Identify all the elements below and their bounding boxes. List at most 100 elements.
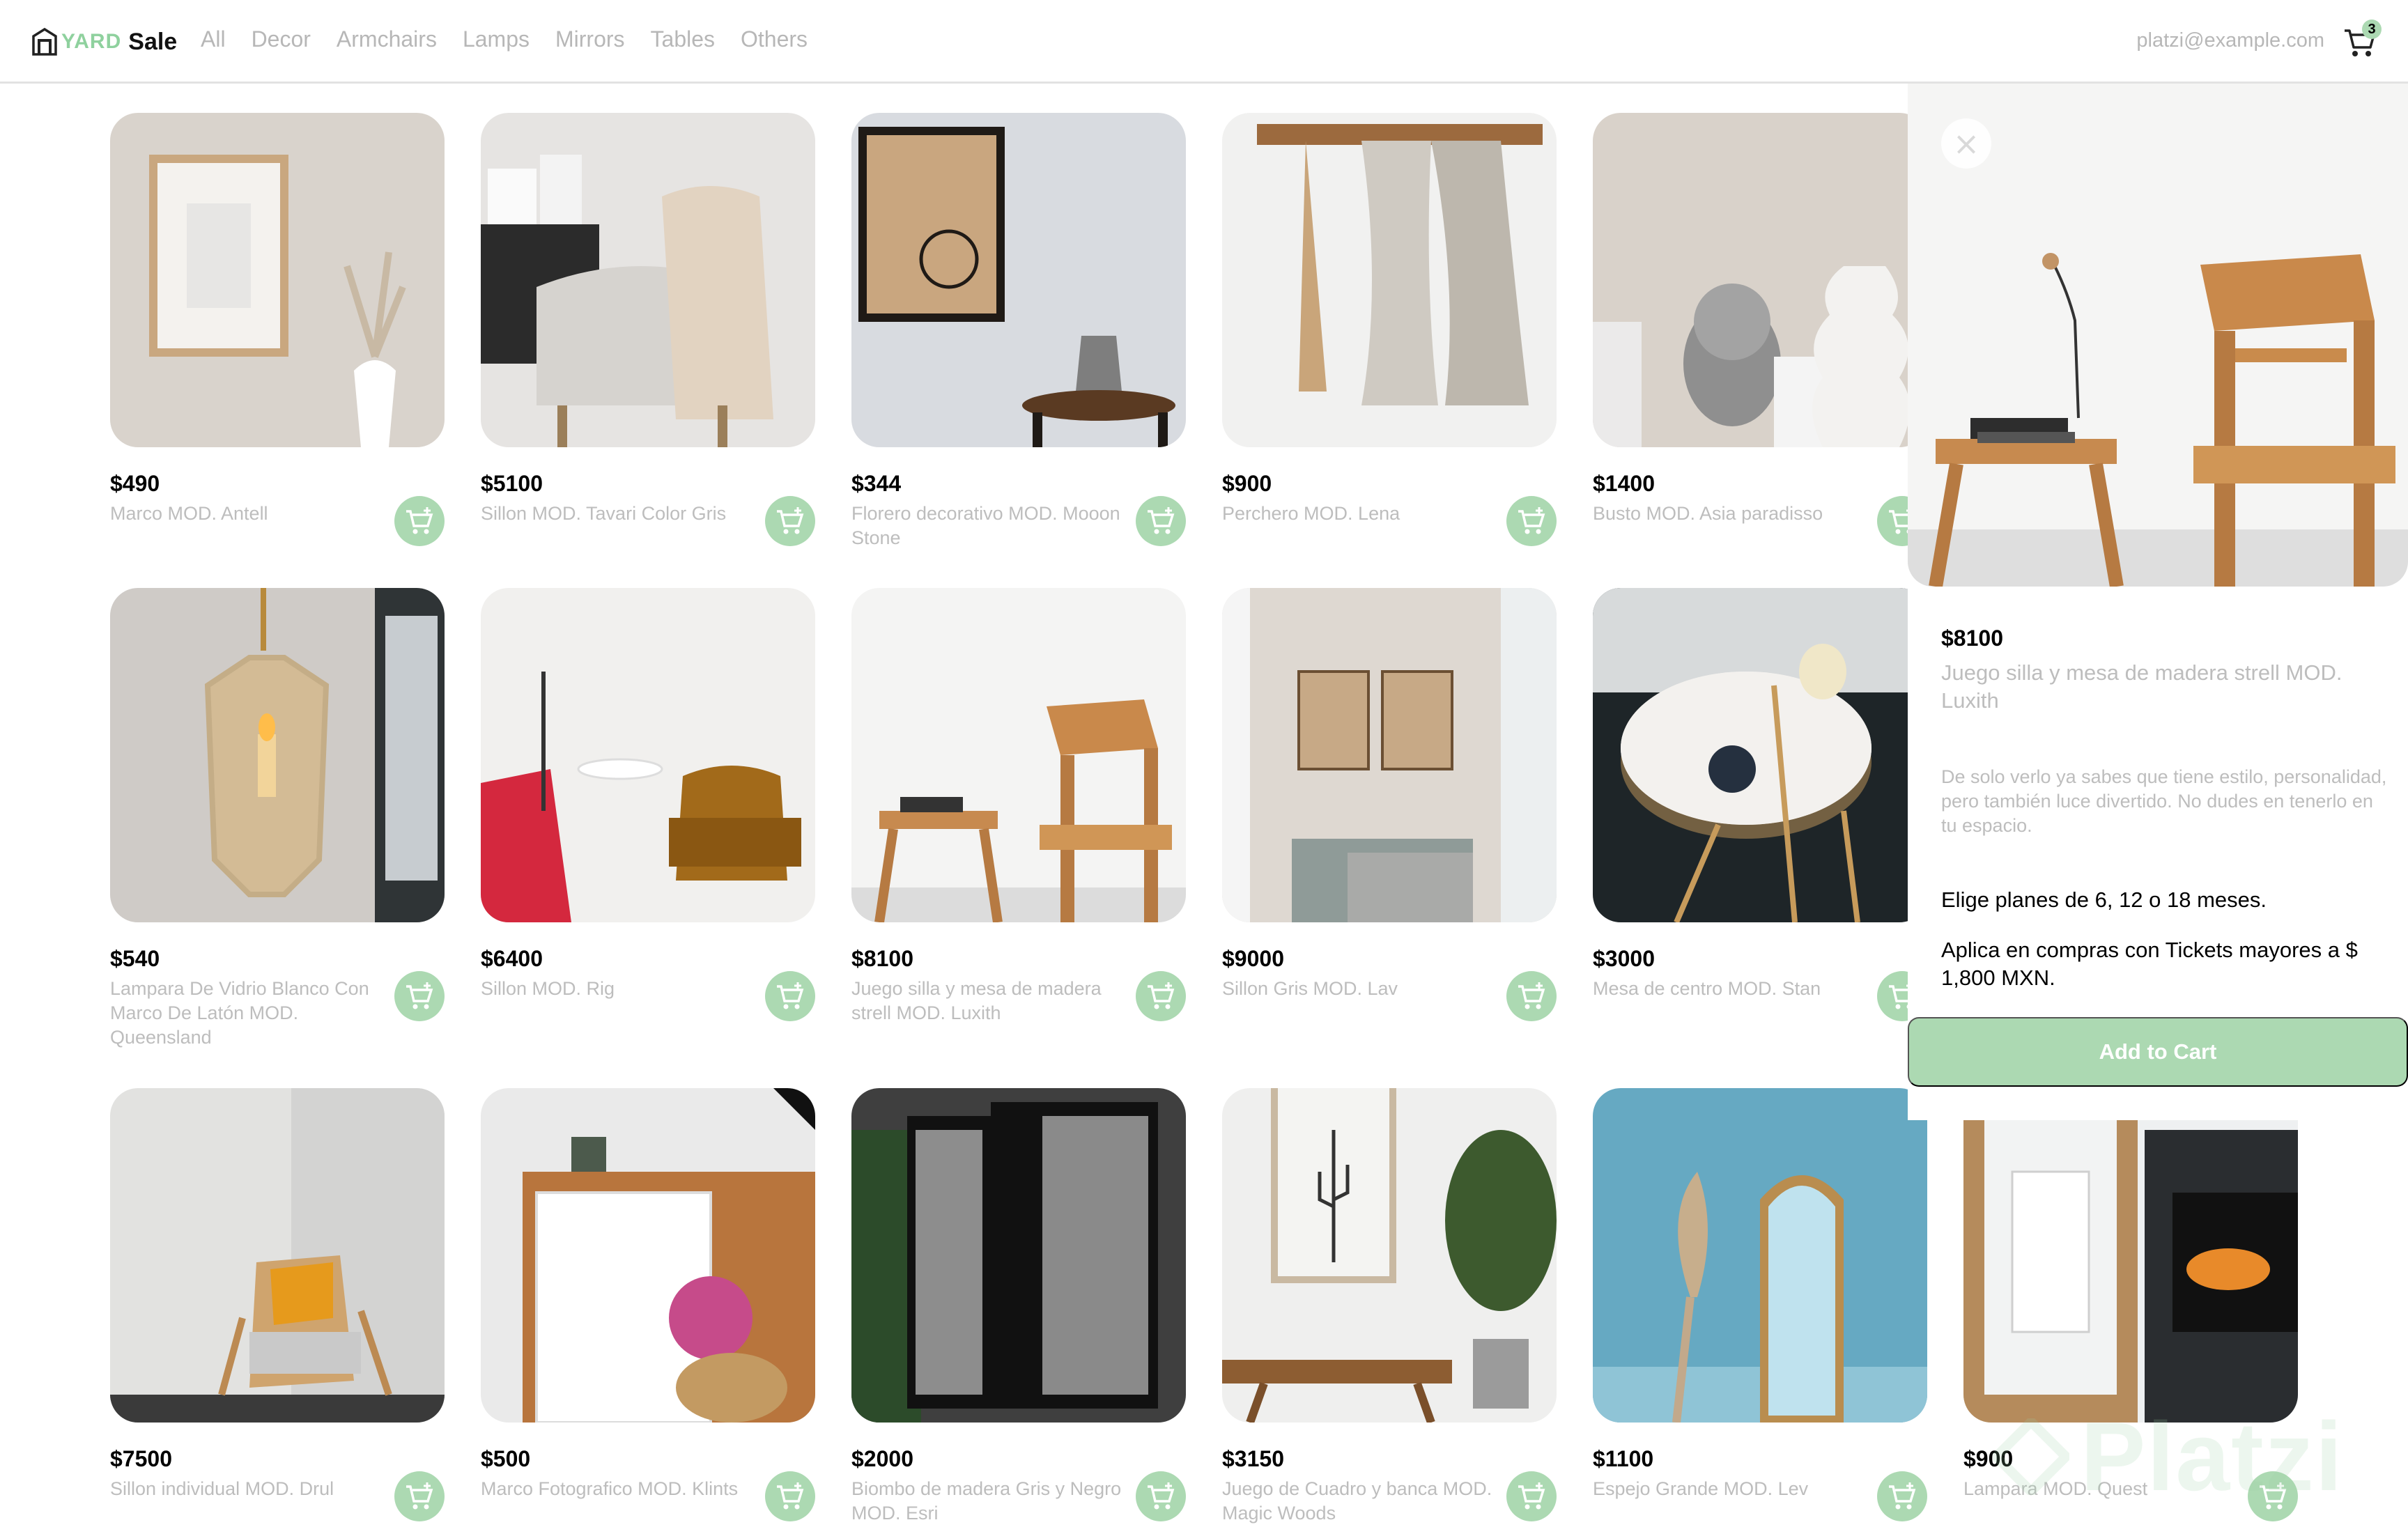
product-price: $3000	[1593, 946, 1655, 971]
product-info: $5100 Sillon MOD. Tavari Color Gris	[481, 470, 815, 546]
add-to-cart-button[interactable]	[394, 1471, 445, 1521]
product-image[interactable]	[481, 588, 815, 922]
product-info: $1100 Espejo Grande MOD. Lev	[1593, 1445, 1927, 1521]
product-card[interactable]: $7500 Sillon individual MOD. Drul	[110, 1088, 445, 1521]
product-price: $1400	[1593, 471, 1655, 496]
vase-photo	[851, 113, 1186, 447]
add-cart-icon	[777, 1482, 804, 1510]
product-info: $500 Marco Fotografico MOD. Klints	[481, 1445, 815, 1521]
product-name: Sillon MOD. Rig	[481, 978, 615, 999]
product-image[interactable]	[851, 588, 1186, 922]
marble-table-photo	[1593, 588, 1927, 922]
add-to-cart-button[interactable]	[765, 1471, 815, 1521]
add-cart-icon	[1148, 982, 1175, 1009]
add-cart-icon	[1518, 1482, 1545, 1510]
product-card[interactable]: $3150 Juego de Cuadro y banca MOD. Magic…	[1222, 1088, 1557, 1526]
product-name: Espejo Grande MOD. Lev	[1593, 1478, 1809, 1499]
cactus-print-bench-photo	[1222, 1088, 1557, 1423]
product-info: $8100 Juego silla y mesa de madera strel…	[851, 945, 1186, 1025]
product-name: Perchero MOD. Lena	[1222, 503, 1400, 524]
product-image[interactable]	[481, 113, 815, 447]
photo-frame-fireplace-photo	[481, 1088, 815, 1423]
product-name: Juego silla y mesa de madera strell MOD.…	[851, 978, 1102, 1023]
product-image[interactable]	[1222, 588, 1557, 922]
add-to-cart-button[interactable]	[394, 496, 445, 546]
add-cart-icon	[1148, 507, 1175, 534]
product-name: Biombo de madera Gris y Negro MOD. Esri	[851, 1478, 1122, 1524]
product-info: $9000 Sillon Gris MOD. Lav	[1222, 945, 1557, 1021]
product-image[interactable]	[851, 1088, 1186, 1423]
product-image[interactable]	[110, 588, 445, 922]
add-cart-icon	[406, 982, 433, 1009]
product-info: $2000 Biombo de madera Gris y Negro MOD.…	[851, 1445, 1186, 1526]
close-detail-button[interactable]: ×	[1941, 118, 1991, 169]
product-price: $490	[110, 471, 160, 496]
product-info: $6400 Sillon MOD. Rig	[481, 945, 815, 1021]
watermark-text: Platzi	[2081, 1402, 2344, 1511]
product-price: $5100	[481, 471, 543, 496]
product-image[interactable]	[1593, 1088, 1927, 1423]
product-card[interactable]: $2000 Biombo de madera Gris y Negro MOD.…	[851, 1088, 1186, 1526]
add-to-cart-button[interactable]	[1506, 971, 1557, 1021]
add-to-cart-button[interactable]	[1136, 1471, 1186, 1521]
product-image[interactable]	[1593, 588, 1927, 922]
product-card[interactable]: $1100 Espejo Grande MOD. Lev	[1593, 1088, 1927, 1521]
product-name: Marco MOD. Antell	[110, 503, 268, 524]
product-card[interactable]: $490 Marco MOD. Antell	[110, 113, 445, 546]
product-image[interactable]	[481, 1088, 815, 1423]
product-price: $540	[110, 946, 160, 971]
product-card[interactable]: $1400 Busto MOD. Asia paradisso	[1593, 113, 1927, 546]
product-image[interactable]	[851, 113, 1186, 447]
product-info: $344 Florero decorativo MOD. Mooon Stone	[851, 470, 1186, 550]
product-image[interactable]	[1222, 1088, 1557, 1423]
mirror-photo	[1593, 1088, 1927, 1423]
detail-product-name: Juego silla y mesa de madera strell MOD.…	[1941, 660, 2343, 713]
product-detail-panel: × $8100 Juego silla y mesa de madera str…	[1908, 84, 2408, 1120]
add-to-cart-button[interactable]	[765, 971, 815, 1021]
add-cart-icon	[1518, 507, 1545, 534]
product-image[interactable]	[1593, 113, 1927, 447]
product-info: $3150 Juego de Cuadro y banca MOD. Magic…	[1222, 1445, 1557, 1526]
product-name: Marco Fotografico MOD. Klints	[481, 1478, 739, 1499]
product-name: Sillon individual MOD. Drul	[110, 1478, 334, 1499]
product-price: $7500	[110, 1446, 172, 1471]
add-to-cart-button[interactable]	[1877, 1471, 1927, 1521]
product-card[interactable]: $344 Florero decorativo MOD. Mooon Stone	[851, 113, 1186, 550]
add-cart-icon	[777, 982, 804, 1009]
product-card[interactable]: $6400 Sillon MOD. Rig	[481, 588, 815, 1021]
add-to-cart-button[interactable]	[1506, 1471, 1557, 1521]
product-card[interactable]: $8100 Juego silla y mesa de madera strel…	[851, 588, 1186, 1025]
product-card[interactable]: $900 Perchero MOD. Lena	[1222, 113, 1557, 546]
add-cart-icon	[406, 507, 433, 534]
product-info: $900 Perchero MOD. Lena	[1222, 470, 1557, 546]
detail-description: De solo verlo ya sabes que tiene estilo,…	[1941, 766, 2387, 836]
add-cart-icon	[1148, 1482, 1175, 1510]
add-to-cart-primary-button[interactable]: Add to Cart	[1908, 1017, 2408, 1087]
product-price: $9000	[1222, 946, 1284, 971]
add-to-cart-button[interactable]	[1506, 496, 1557, 546]
add-cart-icon	[1518, 982, 1545, 1009]
add-to-cart-button[interactable]	[1136, 971, 1186, 1021]
product-price: $1100	[1593, 1446, 1654, 1471]
product-card[interactable]: $540 Lampara De Vidrio Blanco Con Marco …	[110, 588, 445, 1050]
product-image[interactable]	[1963, 1088, 2298, 1423]
product-image[interactable]	[110, 1088, 445, 1423]
product-price: $6400	[481, 946, 543, 971]
add-to-cart-button[interactable]	[1136, 496, 1186, 546]
product-name: Lampara De Vidrio Blanco Con Marco De La…	[110, 978, 369, 1048]
grey-armchair-photo	[1222, 588, 1557, 922]
add-to-cart-button[interactable]	[394, 971, 445, 1021]
add-to-cart-button[interactable]	[765, 496, 815, 546]
product-card[interactable]: $500 Marco Fotografico MOD. Klints	[481, 1088, 815, 1521]
add-cart-icon	[1889, 1482, 1916, 1510]
product-image[interactable]	[1222, 113, 1557, 447]
product-card[interactable]: $3000 Mesa de centro MOD. Stan	[1593, 588, 1927, 1021]
product-card[interactable]: $9000 Sillon Gris MOD. Lav	[1222, 588, 1557, 1021]
coat-rack-photo	[1222, 113, 1557, 447]
product-card[interactable]: $5100 Sillon MOD. Tavari Color Gris	[481, 113, 815, 546]
product-name: Mesa de centro MOD. Stan	[1593, 978, 1821, 999]
product-price: $2000	[851, 1446, 913, 1471]
product-image[interactable]	[110, 113, 445, 447]
product-info: $7500 Sillon individual MOD. Drul	[110, 1445, 445, 1521]
product-price: $900	[1222, 471, 1272, 496]
